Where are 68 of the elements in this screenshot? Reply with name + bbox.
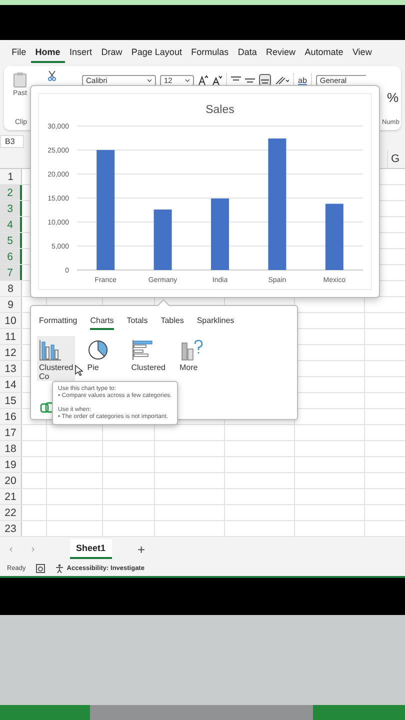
chart-bar [211, 198, 229, 270]
row-header[interactable]: 8 [0, 281, 22, 296]
row-header[interactable]: 11 [0, 329, 22, 344]
wrap-text-button[interactable]: ab [298, 76, 307, 84]
overlapping-shapes-icon [40, 402, 54, 414]
chart-type-option[interactable]: More [178, 336, 212, 372]
quick-analysis-tab[interactable]: Totals [126, 314, 148, 330]
mouse-pointer-icon [75, 365, 83, 376]
menu-tab[interactable]: Formulas [186, 43, 234, 63]
sheet-tab[interactable]: Sheet1 [70, 539, 112, 559]
row-header[interactable]: 14 [0, 377, 22, 392]
row-header[interactable]: 1 [0, 169, 22, 184]
chevron-down-icon [147, 78, 152, 82]
quick-analysis-tab[interactable]: Formatting [39, 314, 78, 330]
chart-bar [325, 204, 344, 270]
row-header[interactable]: 16 [0, 409, 22, 424]
row-header[interactable]: 5 [0, 233, 22, 248]
row-header[interactable]: 3 [0, 201, 22, 216]
orientation-icon [275, 75, 289, 85]
row-header[interactable]: 21 [0, 489, 22, 504]
percent-button[interactable]: % [387, 90, 399, 105]
row-header[interactable]: 6 [0, 249, 22, 264]
bar-chart-icon [131, 339, 156, 361]
macro-recorder-icon [36, 564, 45, 573]
row-header[interactable]: 13 [0, 361, 22, 376]
menu-tab[interactable]: Home [30, 43, 65, 63]
menu-tab[interactable]: Draw [96, 43, 127, 63]
chart-type-option[interactable]: Clustered Co [37, 336, 76, 381]
column-header[interactable]: G [387, 150, 405, 168]
menu-tab[interactable]: View [348, 43, 376, 63]
clipboard-icon [13, 72, 27, 88]
scissors-icon [48, 71, 56, 81]
row-header[interactable]: 9 [0, 297, 22, 312]
align-bottom-icon [259, 74, 271, 86]
chart-type-option[interactable]: Pie [85, 336, 120, 372]
row-header[interactable]: 19 [0, 457, 22, 472]
row-header[interactable]: 15 [0, 393, 22, 408]
chart-with-question-mark-icon [180, 339, 204, 361]
name-box[interactable]: B3 [0, 135, 24, 148]
accessibility-icon [54, 564, 64, 573]
menu-tab[interactable]: File [7, 43, 31, 63]
menu-tab[interactable]: Insert [64, 43, 97, 63]
chart-title: Sales [206, 104, 234, 116]
menu-tab[interactable]: Automate [300, 43, 348, 63]
row-header[interactable]: 18 [0, 441, 22, 456]
menu-tab[interactable]: Review [261, 43, 300, 63]
row-header[interactable]: 23 [0, 521, 22, 536]
row-header[interactable]: 2 [0, 185, 22, 200]
quick-analysis-tab[interactable]: Sparklines [196, 314, 234, 330]
chevron-down-icon [185, 78, 190, 82]
row-header[interactable]: 20 [0, 473, 22, 488]
add-sheet-button[interactable]: + [138, 542, 146, 556]
quick-analysis-tab[interactable]: Charts [90, 314, 114, 330]
row-header[interactable]: 17 [0, 425, 22, 440]
row-header[interactable]: 22 [0, 505, 22, 520]
row-header[interactable]: 12 [0, 345, 22, 360]
chart-bar [154, 210, 172, 270]
column-chart-icon [39, 339, 63, 361]
increase-font-icon [198, 75, 208, 85]
row-header[interactable]: 10 [0, 313, 22, 328]
chart-type-option[interactable]: Clustered [129, 336, 168, 372]
quick-analysis-tab[interactable]: Tables [160, 314, 184, 330]
menu-tab[interactable]: Page Layout [126, 43, 187, 63]
menu-tab[interactable]: Data [233, 43, 262, 63]
row-header[interactable]: 7 [0, 265, 22, 280]
decrease-font-icon [212, 75, 222, 85]
align-middle-icon [245, 76, 255, 84]
row-header[interactable]: 4 [0, 217, 22, 232]
